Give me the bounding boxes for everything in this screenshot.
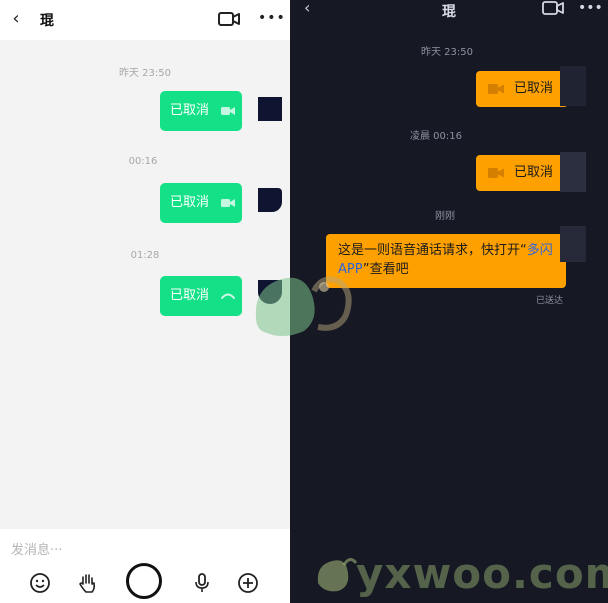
video-camera-icon bbox=[221, 107, 235, 115]
watermark-logo bbox=[255, 276, 352, 336]
chat-title: 琨 bbox=[40, 13, 54, 29]
video-camera-icon bbox=[488, 84, 504, 94]
timestamp: 凌晨 00:16 bbox=[410, 131, 462, 142]
voice-call-notice-message: 这是一则语音通话请求，快打开“多闪APP”查看吧 bbox=[326, 234, 566, 288]
voice-message-button[interactable] bbox=[190, 571, 214, 595]
wave-hand-icon bbox=[79, 574, 96, 593]
video-camera-icon bbox=[488, 168, 504, 178]
avatar[interactable] bbox=[560, 226, 586, 262]
more-options-button[interactable]: ••• bbox=[578, 0, 603, 16]
camera-shutter-button[interactable] bbox=[126, 563, 162, 599]
message-text: 已取消 bbox=[514, 81, 554, 96]
message-input[interactable]: 发消息··· bbox=[11, 539, 62, 558]
delivery-status: 已送达 bbox=[536, 296, 564, 306]
notice-text: 这是一则语音通话请求，快打开“ bbox=[338, 243, 527, 258]
avatar[interactable] bbox=[560, 66, 586, 106]
cancelled-video-call-message[interactable]: 已取消 bbox=[476, 71, 568, 107]
message-text: 已取消 bbox=[170, 288, 210, 303]
cancelled-video-call-message[interactable]: 已取消 bbox=[160, 91, 242, 131]
avatar[interactable] bbox=[560, 152, 586, 192]
timestamp: 01:28 bbox=[130, 250, 160, 261]
emoji-icon bbox=[30, 573, 50, 593]
video-camera-icon bbox=[221, 199, 235, 207]
timestamp: 昨天 23:50 bbox=[421, 47, 473, 58]
cancelled-video-call-message[interactable]: 已取消 bbox=[476, 155, 568, 191]
more-actions-button[interactable] bbox=[236, 571, 260, 595]
phone-icon bbox=[221, 293, 235, 299]
plus-icon bbox=[238, 573, 258, 593]
cancelled-video-call-message[interactable]: 已取消 bbox=[160, 183, 242, 223]
chat-title: 琨 bbox=[442, 4, 456, 20]
watermark-logo-small bbox=[317, 558, 358, 592]
back-button[interactable]: ‹ bbox=[304, 0, 320, 18]
avatar[interactable] bbox=[258, 97, 282, 121]
message-text: 已取消 bbox=[170, 103, 210, 118]
chat-header: ‹ 琨 ••• bbox=[0, 0, 290, 40]
video-call-button[interactable] bbox=[218, 11, 240, 27]
light-chat-panel: ‹ 琨 ••• 昨天 23:50 已取消 00:16 已取消 01:28 已取消 bbox=[0, 0, 290, 603]
message-text: 已取消 bbox=[514, 165, 554, 180]
avatar[interactable] bbox=[258, 188, 282, 212]
video-call-button[interactable] bbox=[542, 1, 564, 16]
cancelled-voice-call-message[interactable]: 已取消 bbox=[160, 276, 242, 316]
watermark-text: yxwoo.com bbox=[356, 549, 608, 598]
emoji-button[interactable] bbox=[28, 571, 52, 595]
microphone-icon bbox=[195, 573, 209, 592]
timestamp: 昨天 23:50 bbox=[119, 68, 171, 79]
message-text: 已取消 bbox=[170, 195, 210, 210]
back-button[interactable]: ‹ bbox=[8, 8, 24, 30]
more-options-button[interactable]: ••• bbox=[258, 10, 285, 28]
message-composer: 发消息··· bbox=[0, 529, 290, 603]
notice-text-end: ”查看吧 bbox=[362, 262, 409, 277]
wave-button[interactable] bbox=[76, 571, 100, 595]
timestamp: 00:16 bbox=[128, 156, 158, 167]
video-camera-icon bbox=[218, 12, 240, 26]
timestamp: 刚刚 bbox=[435, 211, 455, 222]
video-camera-icon bbox=[542, 1, 564, 15]
